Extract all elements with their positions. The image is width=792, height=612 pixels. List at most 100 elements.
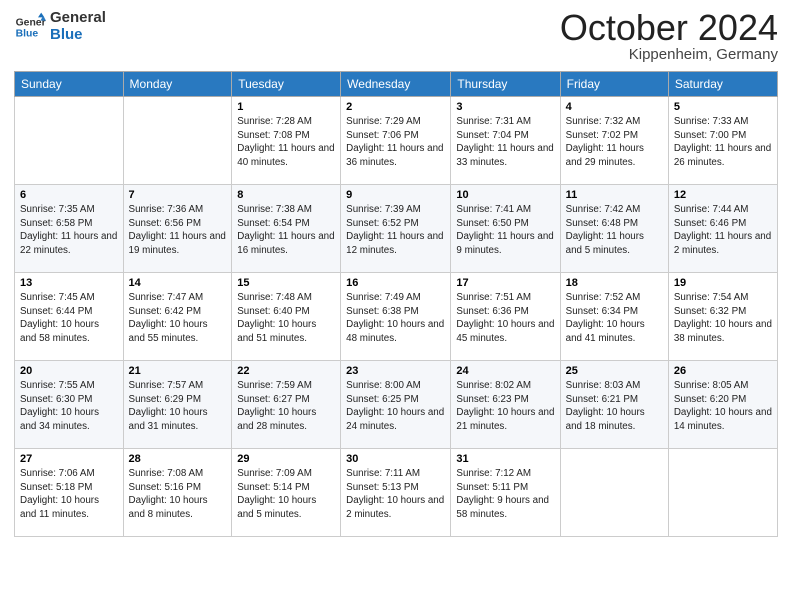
calendar-cell [123,97,232,185]
day-number: 26 [674,365,772,377]
calendar-cell: 15 Sunrise: 7:48 AM Sunset: 6:40 PM Dayli… [232,273,341,361]
day-info: Sunrise: 7:57 AM Sunset: 6:29 PM Dayligh… [129,379,227,434]
day-number: 15 [237,277,335,289]
svg-text:Blue: Blue [16,28,39,39]
day-info: Sunrise: 7:51 AM Sunset: 6:36 PM Dayligh… [456,291,554,346]
logo-icon: General Blue [14,11,46,43]
day-number: 6 [20,189,118,201]
day-number: 7 [129,189,227,201]
week-row-3: 13 Sunrise: 7:45 AM Sunset: 6:44 PM Dayli… [15,273,778,361]
calendar-cell: 22Sunrise: 7:59 AM Sunset: 6:27 PM Dayli… [232,361,341,449]
day-number: 4 [566,101,663,113]
day-number: 31 [456,453,554,465]
calendar-cell: 5 Sunrise: 7:33 AM Sunset: 7:00 PM Daylig… [668,97,777,185]
day-number: 1 [237,101,335,113]
calendar-cell: 21 Sunrise: 7:57 AM Sunset: 6:29 PM Dayli… [123,361,232,449]
day-info: Sunrise: 8:03 AM Sunset: 6:21 PM Dayligh… [566,379,663,434]
calendar-cell: 2Sunrise: 7:29 AM Sunset: 7:06 PM Daylig… [341,97,451,185]
page-container: General Blue General Blue October 2024 K… [0,0,792,612]
calendar-cell [668,449,777,537]
calendar-cell: 25 Sunrise: 8:03 AM Sunset: 6:21 PM Dayli… [560,361,668,449]
calendar-cell: 14Sunrise: 7:47 AM Sunset: 6:42 PM Dayli… [123,273,232,361]
day-number: 19 [674,277,772,289]
day-info: Sunrise: 7:44 AM Sunset: 6:46 PM Dayligh… [674,203,772,258]
header: General Blue General Blue October 2024 K… [14,10,778,63]
weekday-header-row: SundayMondayTuesdayWednesdayThursdayFrid… [15,72,778,97]
day-number: 24 [456,365,554,377]
calendar-cell: 7 Sunrise: 7:36 AM Sunset: 6:56 PM Daylig… [123,185,232,273]
calendar-cell: 1 Sunrise: 7:28 AM Sunset: 7:08 PM Daylig… [232,97,341,185]
day-number: 18 [566,277,663,289]
day-number: 20 [20,365,118,377]
weekday-header-friday: Friday [560,72,668,97]
day-info: Sunrise: 7:39 AM Sunset: 6:52 PM Dayligh… [346,203,445,258]
calendar-cell: 9 Sunrise: 7:39 AM Sunset: 6:52 PM Daylig… [341,185,451,273]
calendar-cell: 31 Sunrise: 7:12 AM Sunset: 5:11 PM Dayli… [451,449,560,537]
weekday-header-sunday: Sunday [15,72,124,97]
day-info: Sunrise: 7:09 AM Sunset: 5:14 PM Dayligh… [237,467,335,522]
day-info: Sunrise: 7:31 AM Sunset: 7:04 PM Dayligh… [456,115,554,170]
calendar-cell: 10 Sunrise: 7:41 AM Sunset: 6:50 PM Dayli… [451,185,560,273]
calendar-cell: 23Sunrise: 8:00 AM Sunset: 6:25 PM Dayli… [341,361,451,449]
location: Kippenheim, Germany [560,46,778,63]
day-number: 11 [566,189,663,201]
day-number: 29 [237,453,335,465]
calendar-cell: 13 Sunrise: 7:45 AM Sunset: 6:44 PM Dayli… [15,273,124,361]
day-number: 25 [566,365,663,377]
day-info: Sunrise: 7:11 AM Sunset: 5:13 PM Dayligh… [346,467,445,522]
weekday-header-monday: Monday [123,72,232,97]
day-number: 3 [456,101,554,113]
calendar-cell [560,449,668,537]
day-info: Sunrise: 7:08 AM Sunset: 5:16 PM Dayligh… [129,467,227,522]
day-info: Sunrise: 7:45 AM Sunset: 6:44 PM Dayligh… [20,291,118,346]
day-info: Sunrise: 7:28 AM Sunset: 7:08 PM Dayligh… [237,115,335,170]
calendar-cell: 16Sunrise: 7:49 AM Sunset: 6:38 PM Dayli… [341,273,451,361]
day-number: 30 [346,453,445,465]
calendar-cell: 3 Sunrise: 7:31 AM Sunset: 7:04 PM Daylig… [451,97,560,185]
week-row-2: 6Sunrise: 7:35 AM Sunset: 6:58 PM Daylig… [15,185,778,273]
calendar-cell: 20 Sunrise: 7:55 AM Sunset: 6:30 PM Dayli… [15,361,124,449]
day-number: 2 [346,101,445,113]
day-info: Sunrise: 8:05 AM Sunset: 6:20 PM Dayligh… [674,379,772,434]
weekday-header-wednesday: Wednesday [341,72,451,97]
day-number: 16 [346,277,445,289]
day-number: 8 [237,189,335,201]
day-number: 21 [129,365,227,377]
day-number: 12 [674,189,772,201]
day-number: 13 [20,277,118,289]
calendar-cell: 17Sunrise: 7:51 AM Sunset: 6:36 PM Dayli… [451,273,560,361]
day-number: 5 [674,101,772,113]
day-info: Sunrise: 7:32 AM Sunset: 7:02 PM Dayligh… [566,115,663,170]
calendar-cell: 27Sunrise: 7:06 AM Sunset: 5:18 PM Dayli… [15,449,124,537]
logo: General Blue General Blue [14,10,106,43]
day-info: Sunrise: 7:54 AM Sunset: 6:32 PM Dayligh… [674,291,772,346]
weekday-header-thursday: Thursday [451,72,560,97]
calendar-cell: 6Sunrise: 7:35 AM Sunset: 6:58 PM Daylig… [15,185,124,273]
calendar-cell: 30 Sunrise: 7:11 AM Sunset: 5:13 PM Dayli… [341,449,451,537]
day-info: Sunrise: 7:55 AM Sunset: 6:30 PM Dayligh… [20,379,118,434]
calendar-cell: 24 Sunrise: 8:02 AM Sunset: 6:23 PM Dayli… [451,361,560,449]
calendar-cell: 19 Sunrise: 7:54 AM Sunset: 6:32 PM Dayli… [668,273,777,361]
weekday-header-tuesday: Tuesday [232,72,341,97]
title-block: October 2024 Kippenheim, Germany [560,10,778,63]
logo-text: General Blue [50,10,106,43]
calendar-cell: 26 Sunrise: 8:05 AM Sunset: 6:20 PM Dayli… [668,361,777,449]
day-info: Sunrise: 7:12 AM Sunset: 5:11 PM Dayligh… [456,467,554,522]
day-info: Sunrise: 7:38 AM Sunset: 6:54 PM Dayligh… [237,203,335,258]
day-info: Sunrise: 7:41 AM Sunset: 6:50 PM Dayligh… [456,203,554,258]
day-info: Sunrise: 7:47 AM Sunset: 6:42 PM Dayligh… [129,291,227,346]
day-info: Sunrise: 7:48 AM Sunset: 6:40 PM Dayligh… [237,291,335,346]
day-info: Sunrise: 7:06 AM Sunset: 5:18 PM Dayligh… [20,467,118,522]
calendar-cell: 8 Sunrise: 7:38 AM Sunset: 6:54 PM Daylig… [232,185,341,273]
day-info: Sunrise: 7:33 AM Sunset: 7:00 PM Dayligh… [674,115,772,170]
day-info: Sunrise: 8:02 AM Sunset: 6:23 PM Dayligh… [456,379,554,434]
day-info: Sunrise: 7:36 AM Sunset: 6:56 PM Dayligh… [129,203,227,258]
week-row-5: 27Sunrise: 7:06 AM Sunset: 5:18 PM Dayli… [15,449,778,537]
day-number: 10 [456,189,554,201]
calendar-cell: 29 Sunrise: 7:09 AM Sunset: 5:14 PM Dayli… [232,449,341,537]
weekday-header-saturday: Saturday [668,72,777,97]
week-row-4: 20 Sunrise: 7:55 AM Sunset: 6:30 PM Dayli… [15,361,778,449]
calendar-cell: 12 Sunrise: 7:44 AM Sunset: 6:46 PM Dayli… [668,185,777,273]
day-number: 9 [346,189,445,201]
day-info: Sunrise: 7:42 AM Sunset: 6:48 PM Dayligh… [566,203,663,258]
